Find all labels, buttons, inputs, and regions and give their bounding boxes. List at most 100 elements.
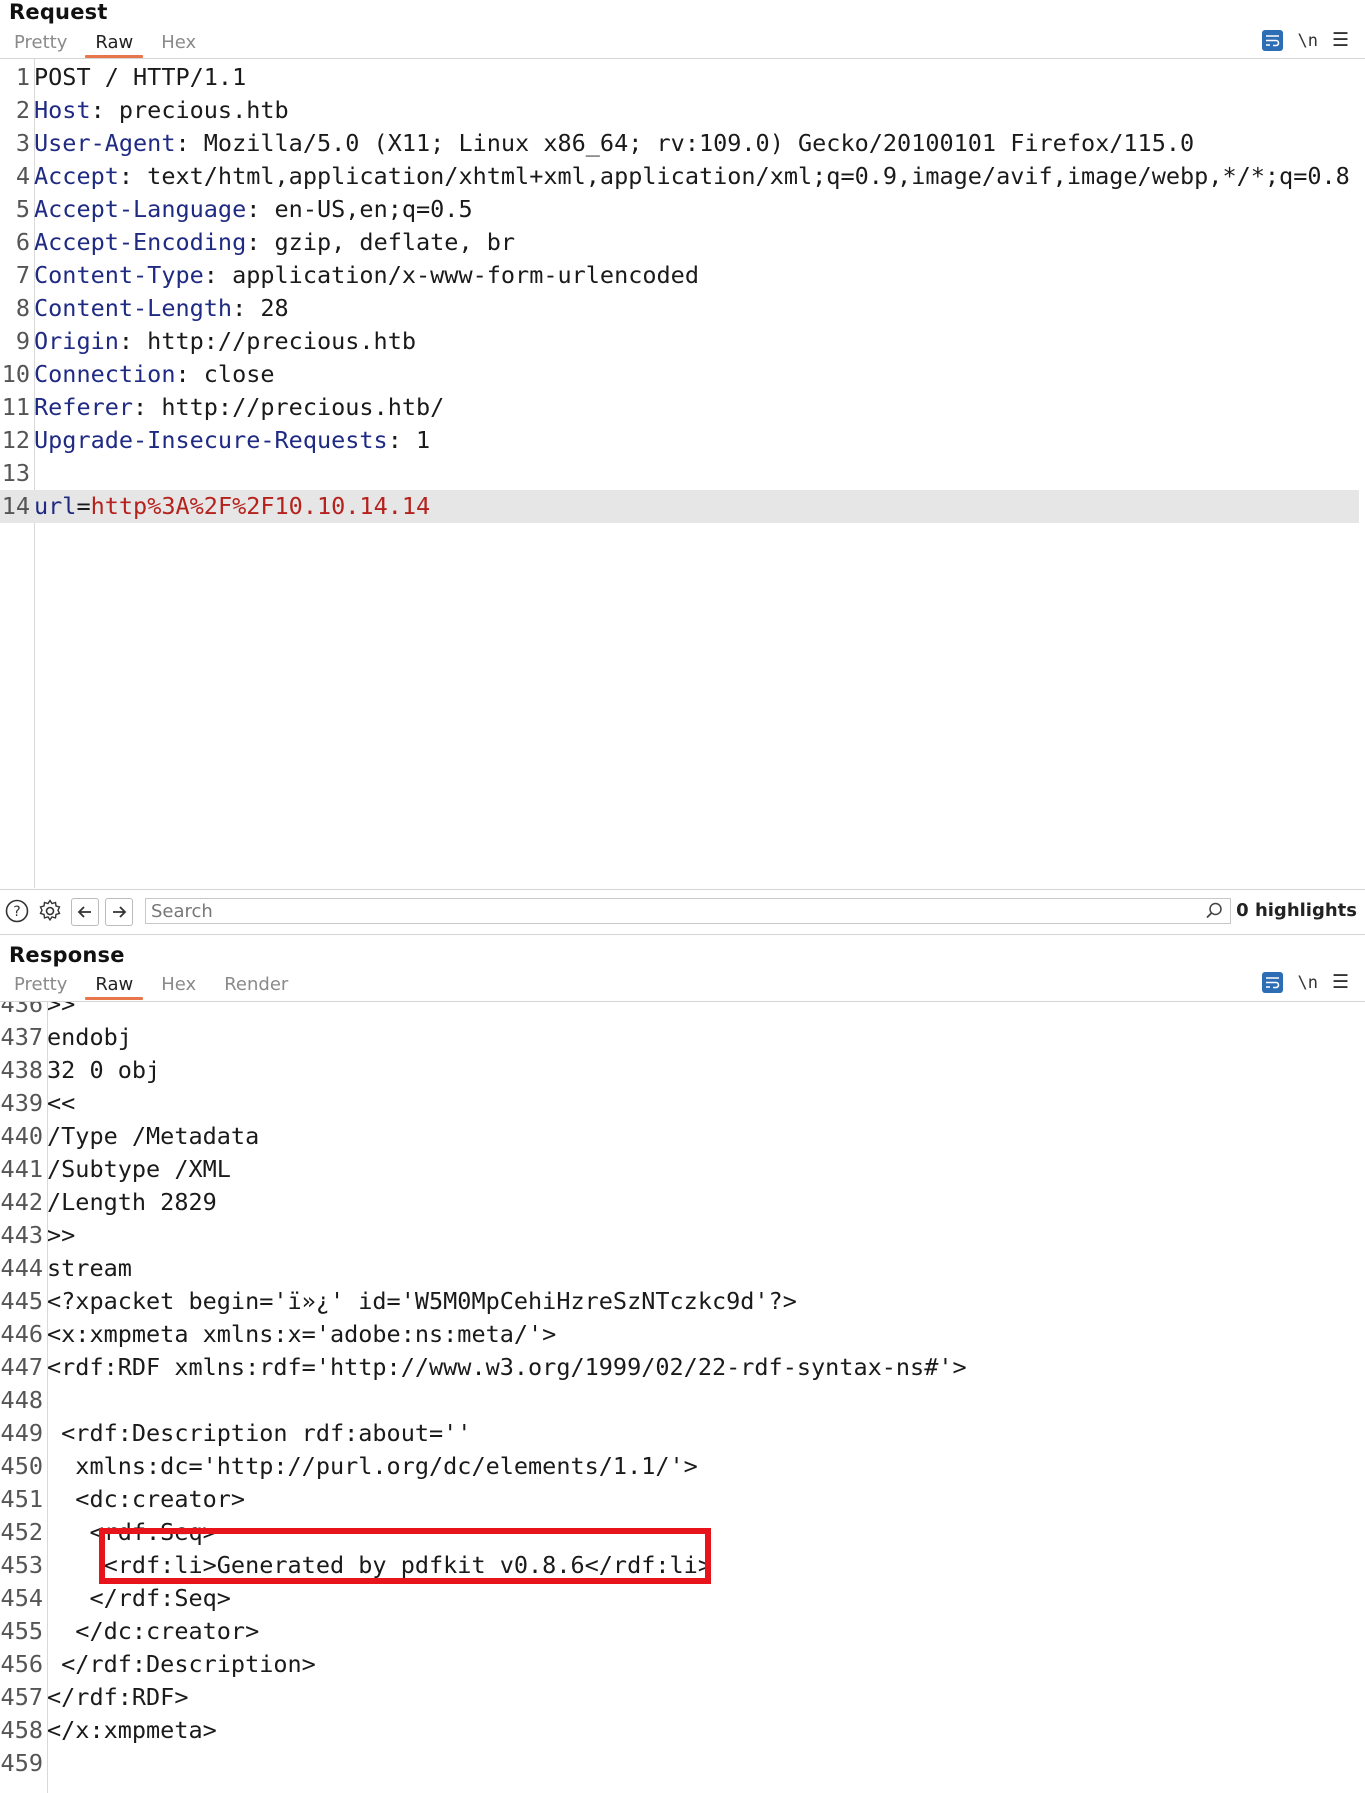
line-content: <?xpacket begin='ï»¿' id='W5M0MpCehiHzre… [47, 1285, 797, 1318]
line-number: 8 [15, 294, 30, 322]
code-line[interactable]: 12 Upgrade-Insecure-Requests: 1 [0, 424, 1365, 457]
newline-toggle[interactable]: \n [1297, 31, 1317, 51]
code-line[interactable]: 453 <rdf:li>Generated by pdfkit v0.8.6</… [0, 1549, 1365, 1582]
token-value: <x:xmpmeta xmlns:x='adobe:ns:meta/'> [47, 1320, 557, 1348]
line-content: 32 0 obj [47, 1054, 160, 1087]
token-name: Content-Type [34, 261, 204, 289]
line-content: url=http%3A%2F%2F10.10.14.14 [34, 490, 430, 523]
line-content: Connection: close [34, 358, 275, 391]
code-line[interactable]: 457 </rdf:RDF> [0, 1681, 1365, 1714]
hamburger-menu-icon[interactable]: ☰ [1332, 973, 1349, 992]
token-value: >> [47, 1221, 76, 1249]
line-number: 1 [15, 63, 30, 91]
code-line[interactable]: 9 Origin: http://precious.htb [0, 325, 1365, 358]
tab-raw[interactable]: Raw [81, 972, 147, 1000]
response-editor[interactable]: 436 >> 437 endobj 438 32 0 obj 439 << 440/Type /… [0, 1002, 1365, 1793]
code-line[interactable]: 436 >> [0, 1002, 1365, 1021]
code-line[interactable]: 442/Length 2829 [0, 1186, 1365, 1219]
code-line[interactable]: 3 User-Agent: Mozilla/5.0 (X11; Linux x86… [0, 127, 1365, 160]
wrap-lines-icon[interactable] [1262, 30, 1284, 51]
code-line[interactable]: 5 Accept-Language: en-US,en;q=0.5 [0, 193, 1365, 226]
code-line[interactable]: 449 <rdf:Description rdf:about='' [0, 1417, 1365, 1450]
line-number: 447 [0, 1353, 43, 1381]
code-line[interactable]: 10 Connection: close [0, 358, 1365, 391]
token-name: Host [34, 96, 91, 124]
code-line[interactable]: 444 stream [0, 1252, 1365, 1285]
code-line[interactable]: 2 Host: precious.htb [0, 94, 1365, 127]
code-line[interactable]: 446 <x:xmpmeta xmlns:x='adobe:ns:meta/'> [0, 1318, 1365, 1351]
gear-icon[interactable] [37, 898, 63, 924]
search-input[interactable] [146, 899, 1191, 923]
line-content: </x:xmpmeta> [47, 1714, 217, 1747]
line-number: 6 [15, 228, 30, 256]
code-line[interactable]: 6 Accept-Encoding: gzip, deflate, br [0, 226, 1365, 259]
wrap-lines-icon[interactable] [1262, 972, 1284, 993]
arrow-right-icon[interactable] [105, 898, 133, 926]
token-value: : close [175, 360, 275, 388]
line-content: >> [47, 1219, 75, 1252]
request-editor[interactable]: 1 POST / HTTP/1.1 2 Host: precious.htb 3 User… [0, 59, 1365, 888]
tab-pretty[interactable]: Pretty [0, 30, 81, 56]
line-number: 455 [0, 1617, 43, 1645]
line-number: 449 [0, 1419, 43, 1447]
code-line[interactable]: 454 </rdf:Seq> [0, 1582, 1365, 1615]
tab-hex[interactable]: Hex [147, 30, 210, 56]
newline-toggle[interactable]: \n [1297, 973, 1317, 993]
tab-raw[interactable]: Raw [81, 30, 147, 58]
help-circle-icon[interactable]: ? [4, 898, 30, 924]
response-title: Response [9, 943, 125, 967]
code-line[interactable]: 447 <rdf:RDF xmlns:rdf='http://www.w3.org… [0, 1351, 1365, 1384]
token-name: Accept [34, 162, 119, 190]
code-line[interactable]: 443 >> [0, 1219, 1365, 1252]
code-line[interactable]: 14 url=http%3A%2F%2F10.10.14.14 [0, 490, 1359, 523]
response-tabs: Pretty Raw Hex Render [0, 972, 302, 1000]
token-value: endobj [47, 1023, 132, 1051]
arrow-left-icon[interactable] [71, 898, 99, 926]
code-line[interactable]: 1 POST / HTTP/1.1 [0, 61, 1365, 94]
line-number: 12 [1, 426, 30, 454]
code-line[interactable]: 440/Type /Metadata [0, 1120, 1365, 1153]
code-line[interactable]: 437 endobj [0, 1021, 1365, 1054]
tab-hex[interactable]: Hex [147, 972, 210, 998]
magnifier-icon[interactable] [1204, 901, 1224, 925]
line-number: 7 [15, 261, 30, 289]
code-line[interactable]: 456 </rdf:Description> [0, 1648, 1365, 1681]
tab-render[interactable]: Render [210, 972, 302, 998]
code-line[interactable]: 451 <dc:creator> [0, 1483, 1365, 1516]
line-number: 10 [1, 360, 30, 388]
hamburger-menu-icon[interactable]: ☰ [1332, 31, 1349, 50]
token-value: /Subtype /XML [47, 1155, 231, 1183]
line-content: Accept: text/html,application/xhtml+xml,… [34, 160, 1350, 193]
code-line[interactable]: 452 <rdf:Seq> [0, 1516, 1365, 1549]
code-line[interactable]: 448 [0, 1384, 1365, 1417]
code-line[interactable]: 441/Subtype /XML [0, 1153, 1365, 1186]
code-line[interactable]: 438 32 0 obj [0, 1054, 1365, 1087]
code-line[interactable]: 458 </x:xmpmeta> [0, 1714, 1365, 1747]
line-content: <rdf:RDF xmlns:rdf='http://www.w3.org/19… [47, 1351, 967, 1384]
line-number: 453 [0, 1551, 43, 1579]
token-value: >> [47, 1002, 76, 1018]
highlights-count: 0 highlights [1236, 900, 1357, 921]
code-line[interactable]: 11 Referer: http://precious.htb/ [0, 391, 1365, 424]
search-bar: ? 0 highlights [0, 889, 1365, 935]
tab-pretty[interactable]: Pretty [0, 972, 81, 998]
code-line[interactable]: 439 << [0, 1087, 1365, 1120]
line-content: <rdf:Seq> [47, 1516, 216, 1549]
code-line[interactable]: 450 xmlns:dc='http://purl.org/dc/element… [0, 1450, 1365, 1483]
code-line[interactable]: 4 Accept: text/html,application/xhtml+xml… [0, 160, 1365, 193]
code-line[interactable]: 8 Content-Length: 28 [0, 292, 1365, 325]
code-line[interactable]: 455 </dc:creator> [0, 1615, 1365, 1648]
line-content: Accept-Encoding: gzip, deflate, br [34, 226, 515, 259]
line-content: Content-Length: 28 [34, 292, 289, 325]
token-value: : 1 [387, 426, 431, 454]
code-line[interactable]: 13 [0, 457, 1365, 490]
line-number: 4 [15, 162, 30, 190]
code-line[interactable]: 7 Content-Type: application/x-www-form-ur… [0, 259, 1365, 292]
token-value: <rdf:Description rdf:about='' [47, 1419, 472, 1447]
token-value: </rdf:Seq> [47, 1584, 231, 1612]
token-value: </rdf:RDF> [47, 1683, 189, 1711]
code-line[interactable]: 445 <?xpacket begin='ï»¿' id='W5M0MpCehiH… [0, 1285, 1365, 1318]
line-number: 11 [1, 393, 30, 421]
code-line[interactable]: 459 [0, 1747, 1365, 1780]
line-content: <dc:creator> [47, 1483, 245, 1516]
